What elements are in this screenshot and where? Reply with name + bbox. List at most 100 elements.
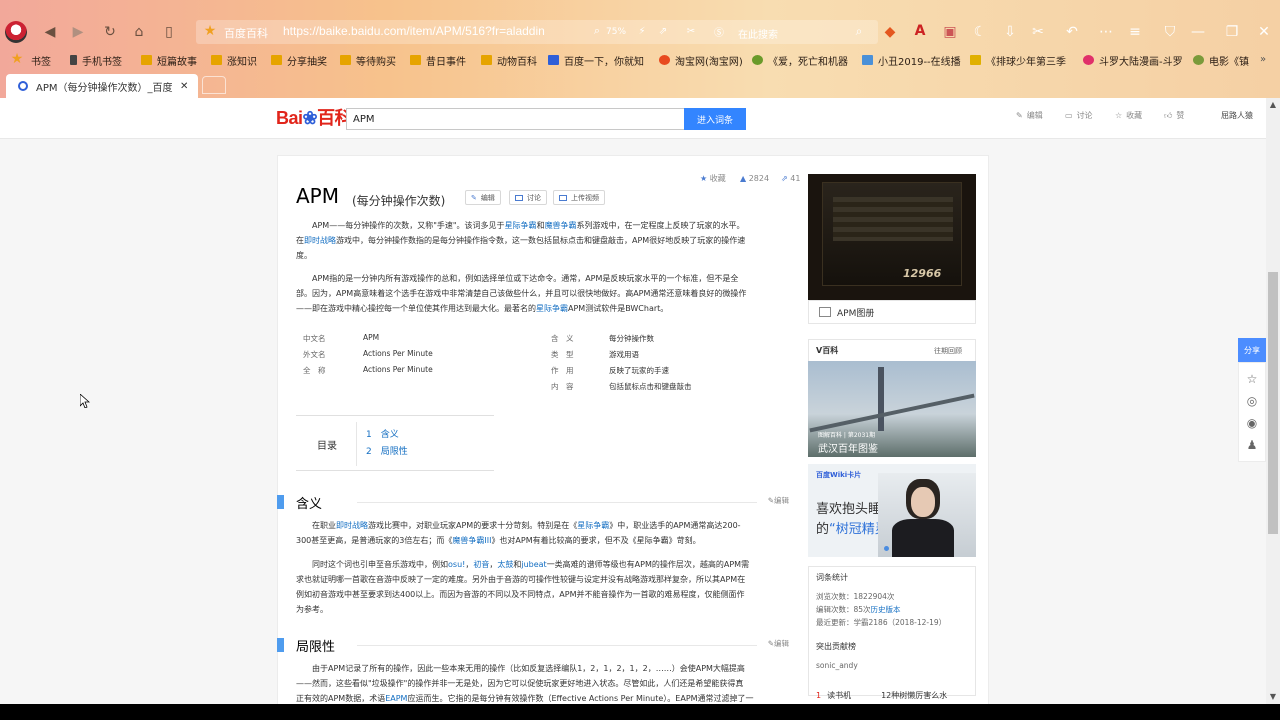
search-placeholder[interactable]: 在此搜索 [738, 26, 778, 41]
screenshot-icon[interactable]: ✂ [684, 24, 698, 38]
bookmarks-overflow-icon[interactable]: » [1256, 52, 1270, 66]
star-icon[interactable]: ★ [203, 23, 217, 39]
history-link[interactable]: 历史版本 [871, 605, 901, 614]
bookmark-item[interactable]: 百度一下，你就知 [548, 52, 644, 68]
cut-icon[interactable]: ✂ [1030, 24, 1046, 40]
carousel-dot[interactable] [884, 546, 889, 551]
close-window-icon[interactable]: ✕ [1256, 24, 1272, 40]
zoom-icon: ⌕ [593, 24, 601, 37]
baike-search-input[interactable] [346, 108, 686, 130]
baike-logo[interactable]: Bai❀百科 [276, 104, 353, 130]
menu-icon[interactable]: ≡ [1127, 24, 1143, 40]
search-icon[interactable]: ⌕ [852, 24, 866, 38]
scroll-thumb[interactable] [1268, 272, 1278, 534]
link-warcraft[interactable]: 魔兽争霸 [545, 221, 577, 230]
share-button[interactable]: 分享 [1238, 338, 1266, 362]
star-icon: ★ [700, 174, 708, 183]
section-edit-link[interactable]: ✎编辑 [768, 495, 789, 506]
link-rts[interactable]: 即时战略 [336, 521, 368, 530]
bookmark-item[interactable]: 涨知识 [211, 52, 257, 68]
bookmark-item[interactable]: 动物百科 [481, 52, 537, 68]
browser-avatar[interactable] [5, 21, 27, 43]
link-eapm[interactable]: EAPM [385, 694, 407, 703]
link-miku[interactable]: 初音 [473, 560, 489, 569]
extension-icon[interactable]: ◆ [882, 24, 898, 40]
minimize-icon[interactable]: — [1190, 24, 1206, 40]
related-list-item[interactable]: 1 读书机 12种树懒厉害么水 [816, 690, 976, 704]
summary-image[interactable]: 12966 [808, 174, 976, 300]
bookmark-item[interactable]: 小丑2019--在线播 [862, 52, 961, 68]
bookmark-item[interactable]: 《排球少年第三季 [970, 52, 1066, 68]
forward-icon[interactable]: ▶ [70, 24, 86, 40]
reload-icon[interactable]: ↻ [102, 24, 118, 40]
undo-icon[interactable]: ↶ [1064, 24, 1080, 40]
v-baike-image[interactable]: 图解百科 | 第2031期 武汉百年图鉴 [808, 361, 976, 457]
search-engine-icon[interactable]: Ⓢ [712, 24, 726, 39]
movie-site-icon [1193, 55, 1204, 65]
header-discuss-link[interactable]: ▭ 讨论 [1065, 110, 1093, 121]
link-rts[interactable]: 即时战略 [304, 236, 336, 245]
header-favorite-link[interactable]: ☆ 收藏 [1115, 110, 1142, 121]
toc-item[interactable]: 2 局限性 [366, 444, 408, 457]
qq-icon[interactable]: ♟ [1245, 438, 1259, 452]
link-jubeat[interactable]: jubeat [521, 560, 546, 569]
weibo-icon[interactable]: ◎ [1245, 394, 1259, 408]
pdf-icon[interactable]: A [912, 23, 928, 39]
share-count[interactable]: ⇗ 41 [781, 171, 800, 186]
discuss-button[interactable]: 讨论 [509, 190, 547, 205]
bookmark-item[interactable]: 昔日事件 [410, 52, 466, 68]
user-name[interactable]: 屈路人猿 [1221, 110, 1253, 121]
paw-icon: ❀ [302, 108, 318, 128]
share-page-icon[interactable]: ⇗ [656, 24, 670, 38]
collection-icon[interactable]: ▣ [942, 24, 958, 40]
bookmark-item[interactable]: 《爱，死亡和机器 [752, 52, 848, 68]
bookmark-item[interactable]: 电影《镇 [1193, 52, 1249, 68]
bookmark-item[interactable]: 分享抽奖 [271, 52, 327, 68]
home-icon[interactable]: ⌂ [131, 24, 147, 40]
edit-button[interactable]: ✎ 编辑 [465, 190, 501, 205]
zoom-level[interactable]: 75% [606, 27, 626, 37]
flash-icon[interactable]: ⚡ [636, 24, 648, 38]
enter-entry-button[interactable]: 进入词条 [684, 108, 746, 130]
link-taiko[interactable]: 太鼓 [497, 560, 513, 569]
restore-icon[interactable]: ❐ [1224, 24, 1240, 40]
back-icon[interactable]: ◀ [42, 24, 58, 40]
bookmark-item[interactable]: 淘宝网(淘宝网) [659, 52, 743, 68]
gallery-link[interactable]: APM图册 [808, 300, 976, 324]
bookmark-item[interactable]: 斗罗大陆漫画-斗罗 [1083, 52, 1183, 68]
more-icon[interactable]: ⋯ [1098, 24, 1114, 40]
link-starcraft[interactable]: 星际争霸 [536, 304, 568, 313]
upload-video-button[interactable]: 上传视频 [553, 190, 605, 205]
v-baike-more-link[interactable]: 往期回顾 [934, 346, 962, 356]
active-tab[interactable]: APM（每分钟操作次数）_百度 ✕ [6, 74, 198, 98]
scroll-up-icon[interactable]: ▲ [1266, 98, 1280, 110]
bookmark-item[interactable]: 手机书签 [70, 52, 122, 68]
bookmark-item[interactable]: 等待购买 [340, 52, 396, 68]
bookmark-item[interactable]: 书签 [31, 52, 51, 68]
favorite-count[interactable]: ★ 收藏 [700, 171, 726, 186]
header-edit-link[interactable]: ✎ 编辑 [1016, 110, 1043, 121]
new-tab-button[interactable] [202, 76, 226, 94]
reading-icon[interactable]: ▯ [161, 24, 177, 40]
favorite-icon[interactable]: ☆ [1245, 372, 1259, 386]
link-osu[interactable]: osu! [448, 560, 465, 569]
link-starcraft[interactable]: 星际争霸 [577, 521, 609, 530]
night-mode-icon[interactable]: ☾ [972, 24, 988, 40]
tab-close-icon[interactable]: ✕ [180, 81, 188, 92]
header-like-link[interactable]: 👍︎ 赞 [1164, 110, 1184, 121]
link-warcraft3[interactable]: 魔兽争霸III [452, 536, 491, 545]
skin-icon[interactable]: ⛉ [1162, 24, 1178, 40]
wechat-icon[interactable]: ◉ [1245, 416, 1259, 430]
url-text[interactable]: https://baike.baidu.com/item/APM/516?fr=… [283, 24, 545, 38]
contrib-user[interactable]: sonic_andy [816, 661, 858, 670]
link-starcraft[interactable]: 星际争霸 [505, 221, 537, 230]
section-edit-link[interactable]: ✎编辑 [768, 638, 789, 649]
download-icon[interactable]: ⇩ [1002, 24, 1018, 40]
v-baike-title: V百科 [816, 346, 839, 355]
bookmark-item[interactable]: 短篇故事 [141, 52, 197, 68]
like-count[interactable]: ▲ 2824 [740, 171, 769, 186]
ad-card[interactable]: 百度Wiki卡片 喜欢抱头睡觉 的“树冠精灵” [808, 464, 976, 557]
toc-item[interactable]: 1 含义 [366, 427, 399, 440]
portrait-suit-graphic [892, 519, 954, 557]
scroll-down-icon[interactable]: ▼ [1266, 690, 1280, 702]
